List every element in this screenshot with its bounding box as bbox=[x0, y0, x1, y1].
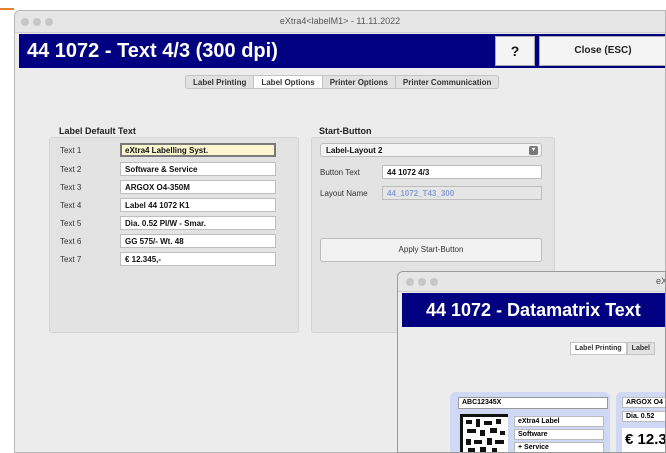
second-close-window-icon[interactable] bbox=[406, 278, 414, 286]
second-page-header: 44 1072 - Datamatrix Text bbox=[402, 293, 665, 327]
text2-field[interactable]: Software & Service bbox=[120, 162, 276, 176]
button-text-label: Button Text bbox=[320, 168, 360, 177]
tab-bar: Label Printing Label Options Printer Opt… bbox=[185, 75, 500, 89]
tab-label-options[interactable]: Label Options bbox=[254, 75, 323, 89]
second-title-bar[interactable]: eX bbox=[398, 272, 665, 292]
second-zoom-window-icon[interactable] bbox=[430, 278, 438, 286]
layout-select[interactable]: Label-Layout 2 ▾ bbox=[320, 143, 542, 157]
label-line-3[interactable]: + Service bbox=[514, 442, 604, 452]
label-preview-card-2: ARGOX O4 Dia. 0.52 € 12.3 bbox=[616, 392, 665, 452]
second-minimize-window-icon[interactable] bbox=[418, 278, 426, 286]
text7-field[interactable]: € 12.345,- bbox=[120, 252, 276, 266]
label-line-1[interactable]: eXtra4 Label bbox=[514, 416, 604, 427]
help-button[interactable]: ? bbox=[495, 36, 535, 66]
tab-printer-options[interactable]: Printer Options bbox=[322, 75, 396, 89]
page-header: 44 1072 - Text 4/3 (300 dpi) ? Close (ES… bbox=[19, 34, 665, 68]
tab-printer-communication[interactable]: Printer Communication bbox=[395, 75, 500, 89]
label2-price[interactable]: € 12.3 bbox=[622, 428, 665, 452]
label2-line-1[interactable]: ARGOX O4 bbox=[622, 397, 665, 408]
text1-label: Text 1 bbox=[60, 146, 82, 155]
start-button-heading: Start-Button bbox=[319, 126, 372, 136]
window-title: eXtra4<labelM1> - 11.11.2022 bbox=[279, 16, 401, 26]
second-tab-label[interactable]: Label bbox=[626, 342, 655, 355]
datamatrix-window: eX 44 1072 - Datamatrix Text Label Print… bbox=[397, 271, 666, 453]
label-default-text-panel: Text 1 eXtra4 Labelling Syst. Text 2 Sof… bbox=[49, 137, 299, 333]
accent-line bbox=[0, 8, 14, 10]
text4-field[interactable]: Label 44 1072 K1 bbox=[120, 198, 276, 212]
page-title: 44 1072 - Text 4/3 (300 dpi) bbox=[27, 40, 278, 62]
text7-label: Text 7 bbox=[60, 255, 82, 264]
text6-field[interactable]: GG 575/- Wt. 48 bbox=[120, 234, 276, 248]
text1-field[interactable]: eXtra4 Labelling Syst. bbox=[120, 143, 276, 157]
second-tab-label-printing[interactable]: Label Printing bbox=[570, 342, 627, 355]
label2-line-2[interactable]: Dia. 0.52 bbox=[622, 411, 665, 422]
text6-label: Text 6 bbox=[60, 237, 82, 246]
label-default-text-heading: Label Default Text bbox=[59, 126, 136, 136]
text3-label: Text 3 bbox=[60, 183, 82, 192]
chevron-down-icon: ▾ bbox=[529, 146, 538, 155]
layout-select-value: Label-Layout 2 bbox=[326, 146, 383, 155]
text3-field[interactable]: ARGOX O4-350M bbox=[120, 180, 276, 194]
apply-start-button[interactable]: Apply Start-Button bbox=[320, 238, 542, 262]
button-text-field[interactable]: 44 1072 4/3 bbox=[382, 165, 542, 179]
layout-name-label: Layout Name bbox=[320, 189, 368, 198]
label-preview-card: ABC12345X eXtra4 Label Software + Servic… bbox=[450, 392, 610, 452]
tab-label-printing[interactable]: Label Printing bbox=[185, 75, 255, 89]
text5-field[interactable]: Dia. 0.52 PI/W - Smar. bbox=[120, 216, 276, 230]
title-bar[interactable]: eXtra4<labelM1> - 11.11.2022 bbox=[15, 11, 665, 33]
second-page-title: 44 1072 - Datamatrix Text bbox=[426, 300, 641, 320]
label-code-field[interactable]: ABC12345X bbox=[458, 397, 608, 409]
label-line-2[interactable]: Software bbox=[514, 429, 604, 440]
text5-label: Text 5 bbox=[60, 219, 82, 228]
screen: eXtra4<labelM1> - 11.11.2022 44 1072 - T… bbox=[0, 0, 666, 453]
close-button[interactable]: Close (ESC) bbox=[539, 36, 665, 66]
second-window-title: eX bbox=[656, 276, 666, 286]
second-tab-bar: Label Printing Label bbox=[570, 342, 655, 355]
text4-label: Text 4 bbox=[60, 201, 82, 210]
datamatrix-icon bbox=[460, 414, 508, 452]
layout-name-field: 44_1072_T43_300 bbox=[382, 186, 542, 200]
text2-label: Text 2 bbox=[60, 165, 82, 174]
